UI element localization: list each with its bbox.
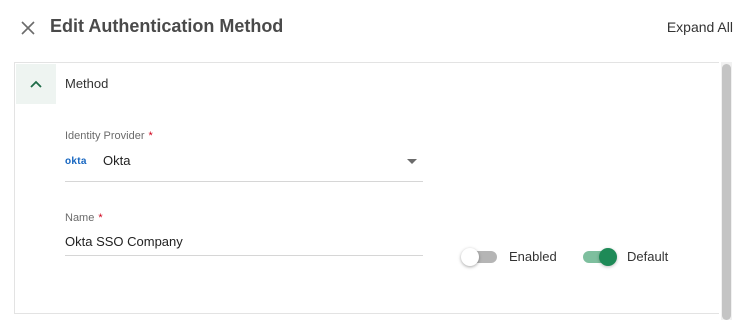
identity-provider-select[interactable]: okta Okta bbox=[65, 153, 423, 182]
identity-provider-value: Okta bbox=[103, 153, 131, 168]
dialog-header: Edit Authentication Method Expand All bbox=[0, 0, 742, 56]
page-title: Edit Authentication Method bbox=[50, 16, 284, 36]
section-title: Method bbox=[65, 76, 109, 91]
dropdown-arrow-icon bbox=[407, 159, 417, 164]
scrollbar[interactable] bbox=[721, 62, 732, 320]
method-panel: Method Identity Provider * okta Okta Name… bbox=[14, 62, 719, 314]
default-toggle[interactable] bbox=[581, 248, 617, 266]
required-mark: * bbox=[98, 212, 103, 224]
scrollbar-thumb[interactable] bbox=[722, 64, 731, 320]
expand-all-link[interactable]: Expand All bbox=[667, 19, 733, 35]
close-icon[interactable] bbox=[18, 18, 38, 38]
identity-provider-label: Identity Provider * bbox=[65, 130, 153, 142]
default-label: Default bbox=[627, 249, 669, 264]
default-toggle-knob bbox=[599, 248, 617, 266]
name-label-text: Name bbox=[65, 212, 95, 224]
identity-provider-label-text: Identity Provider bbox=[65, 130, 145, 142]
enabled-toggle-knob bbox=[461, 248, 479, 266]
name-label: Name * bbox=[65, 212, 103, 224]
required-mark: * bbox=[148, 130, 153, 142]
enabled-toggle[interactable] bbox=[461, 248, 499, 266]
collapse-section-button[interactable] bbox=[16, 64, 56, 104]
chevron-up-icon bbox=[30, 80, 42, 88]
name-field bbox=[65, 233, 423, 256]
okta-logo: okta bbox=[65, 156, 87, 167]
enabled-label: Enabled bbox=[509, 249, 557, 264]
name-input[interactable] bbox=[65, 234, 423, 249]
